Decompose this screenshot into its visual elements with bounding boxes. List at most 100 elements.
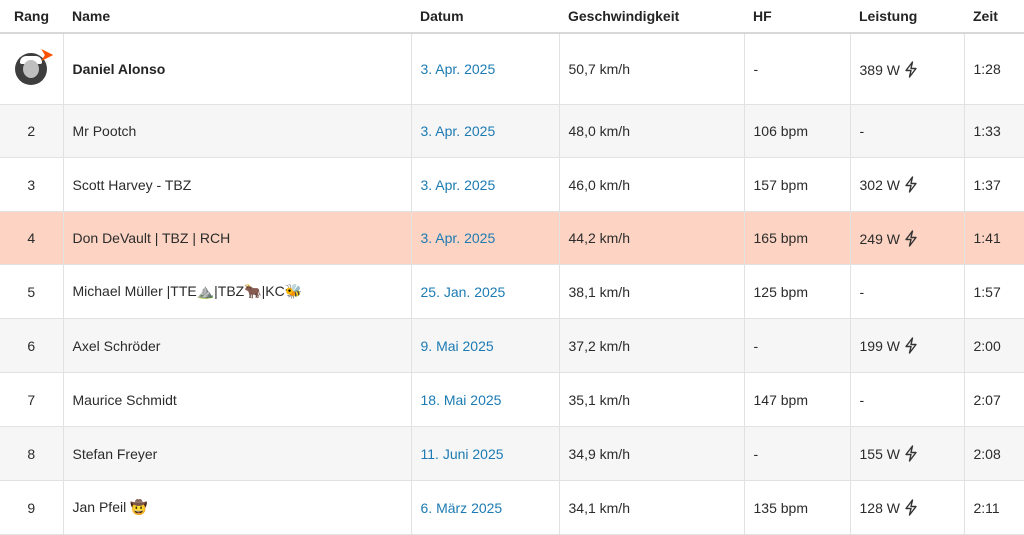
hr-cell: 125 bpm	[744, 264, 851, 319]
date-link[interactable]: 6. März 2025	[421, 500, 503, 516]
date-link[interactable]: 3. Apr. 2025	[421, 177, 496, 193]
lightning-bolt-icon	[905, 229, 917, 247]
avatar[interactable]	[15, 49, 54, 85]
face-shape	[23, 60, 40, 78]
column-header-time: Zeit	[964, 0, 1024, 34]
athlete-name[interactable]: Mr Pootch	[63, 104, 412, 158]
hr-cell: -	[744, 33, 851, 105]
power-value: 128 W	[859, 500, 900, 516]
athlete-name[interactable]: Jan Pfeil 🤠	[63, 480, 412, 535]
athlete-name[interactable]: Stefan Freyer	[63, 426, 412, 481]
power-cell: -	[850, 264, 965, 319]
power-value: -	[859, 283, 865, 300]
date-cell: 3. Apr. 2025	[411, 104, 560, 158]
table-row[interactable]: 5 Michael Müller |TTE⛰️|TBZ🐂|KC🐝 25. Jan…	[0, 264, 1024, 319]
time-cell: 1:41	[964, 211, 1024, 265]
power-cell: -	[850, 104, 965, 158]
athlete-name[interactable]: Axel Schröder	[63, 318, 412, 373]
lightning-bolt-icon	[905, 337, 917, 354]
power-cell: 199 W	[850, 318, 965, 373]
date-link[interactable]: 3. Apr. 2025	[421, 230, 496, 246]
time-cell: 1:57	[964, 264, 1024, 319]
column-header-name: Name	[63, 0, 411, 34]
lightning-bolt-icon	[905, 445, 917, 462]
lightning-bolt-icon	[905, 176, 917, 193]
hr-cell: 165 bpm	[744, 211, 851, 265]
athlete-name[interactable]: Don DeVault | TBZ | RCH	[63, 211, 412, 265]
column-header-date: Datum	[411, 0, 559, 34]
date-link[interactable]: 25. Jan. 2025	[421, 284, 506, 300]
speed-cell: 50,7 km/h	[559, 33, 745, 105]
table-row[interactable]: 6 Axel Schröder 9. Mai 2025 37,2 km/h - …	[0, 318, 1024, 373]
table-row[interactable]: 7 Maurice Schmidt 18. Mai 2025 35,1 km/h…	[0, 372, 1024, 427]
time-cell: 1:28	[964, 33, 1024, 105]
athlete-name[interactable]: Scott Harvey - TBZ	[63, 157, 412, 212]
speed-cell: 48,0 km/h	[559, 104, 745, 158]
rank-cell: 4	[0, 211, 64, 265]
table-row[interactable]: 3 Scott Harvey - TBZ 3. Apr. 2025 46,0 k…	[0, 157, 1024, 212]
athlete-name[interactable]: Michael Müller |TTE⛰️|TBZ🐂|KC🐝	[63, 264, 412, 319]
table-row[interactable]: 8 Stefan Freyer 11. Juni 2025 34,9 km/h …	[0, 426, 1024, 481]
rank-cell: 7	[0, 372, 64, 427]
time-cell: 2:08	[964, 426, 1024, 481]
date-cell: 25. Jan. 2025	[411, 264, 560, 319]
time-cell: 2:00	[964, 318, 1024, 373]
date-cell: 9. Mai 2025	[411, 318, 560, 373]
speed-cell: 46,0 km/h	[559, 157, 745, 212]
lightning-bolt-icon	[905, 499, 917, 516]
power-value: -	[859, 123, 865, 139]
table-row[interactable]: 2 Mr Pootch 3. Apr. 2025 48,0 km/h 106 b…	[0, 104, 1024, 158]
power-value: 155 W	[859, 446, 900, 462]
hr-cell: -	[744, 318, 851, 373]
power-value: -	[859, 391, 865, 408]
power-cell: 128 W	[850, 480, 965, 535]
power-cell: 155 W	[850, 426, 965, 481]
date-link[interactable]: 11. Juni 2025	[421, 446, 504, 462]
leaderboard-header: Rang Name Datum Geschwindigkeit HF Leist…	[0, 0, 1024, 34]
column-header-speed: Geschwindigkeit	[559, 0, 744, 34]
speed-cell: 38,1 km/h	[559, 264, 745, 319]
speed-cell: 34,9 km/h	[559, 426, 745, 481]
leaderboard-table: Rang Name Datum Geschwindigkeit HF Leist…	[0, 0, 1024, 535]
rank-cell: 2	[0, 104, 64, 158]
column-header-rank: Rang	[0, 0, 63, 34]
time-cell: 2:11	[964, 480, 1024, 535]
table-row-highlighted[interactable]: 4 Don DeVault | TBZ | RCH 3. Apr. 2025 4…	[0, 211, 1024, 265]
table-row[interactable]: Daniel Alonso 3. Apr. 2025 50,7 km/h - 3…	[0, 33, 1024, 105]
hr-cell: 135 bpm	[744, 480, 851, 535]
hr-cell: -	[744, 426, 851, 481]
header-row: Rang Name Datum Geschwindigkeit HF Leist…	[0, 0, 1024, 34]
date-link[interactable]: 3. Apr. 2025	[421, 61, 496, 77]
table-row[interactable]: 9 Jan Pfeil 🤠 6. März 2025 34,1 km/h 135…	[0, 480, 1024, 535]
power-cell: 249 W	[850, 211, 965, 265]
athlete-name[interactable]: Daniel Alonso	[63, 33, 412, 105]
speed-cell: 35,1 km/h	[559, 372, 745, 427]
power-cell: 302 W	[850, 157, 965, 212]
speed-cell: 44,2 km/h	[559, 211, 745, 265]
time-cell: 1:33	[964, 104, 1024, 158]
speed-cell: 34,1 km/h	[559, 480, 745, 535]
hr-cell: 147 bpm	[744, 372, 851, 427]
athlete-name[interactable]: Maurice Schmidt	[63, 372, 412, 427]
column-header-power: Leistung	[850, 0, 964, 34]
date-cell: 11. Juni 2025	[411, 426, 560, 481]
leaderboard-body: Daniel Alonso 3. Apr. 2025 50,7 km/h - 3…	[0, 33, 1024, 535]
date-cell: 6. März 2025	[411, 480, 560, 535]
hr-cell: 106 bpm	[744, 104, 851, 158]
date-link[interactable]: 18. Mai 2025	[421, 392, 502, 408]
power-value: 249 W	[859, 230, 900, 247]
power-cell: -	[850, 372, 965, 427]
lightning-bolt-icon	[905, 60, 917, 78]
rank-cell: 6	[0, 318, 64, 373]
strava-badge-icon	[41, 49, 54, 61]
date-link[interactable]: 9. Mai 2025	[421, 338, 494, 354]
time-cell: 1:37	[964, 157, 1024, 212]
rank-cell	[0, 33, 64, 105]
column-header-hr: HF	[744, 0, 850, 34]
hr-cell: 157 bpm	[744, 157, 851, 212]
date-link[interactable]: 3. Apr. 2025	[421, 123, 496, 139]
time-cell: 2:07	[964, 372, 1024, 427]
power-value: 389 W	[859, 61, 900, 78]
rank-cell: 9	[0, 480, 64, 535]
date-cell: 3. Apr. 2025	[411, 33, 560, 105]
